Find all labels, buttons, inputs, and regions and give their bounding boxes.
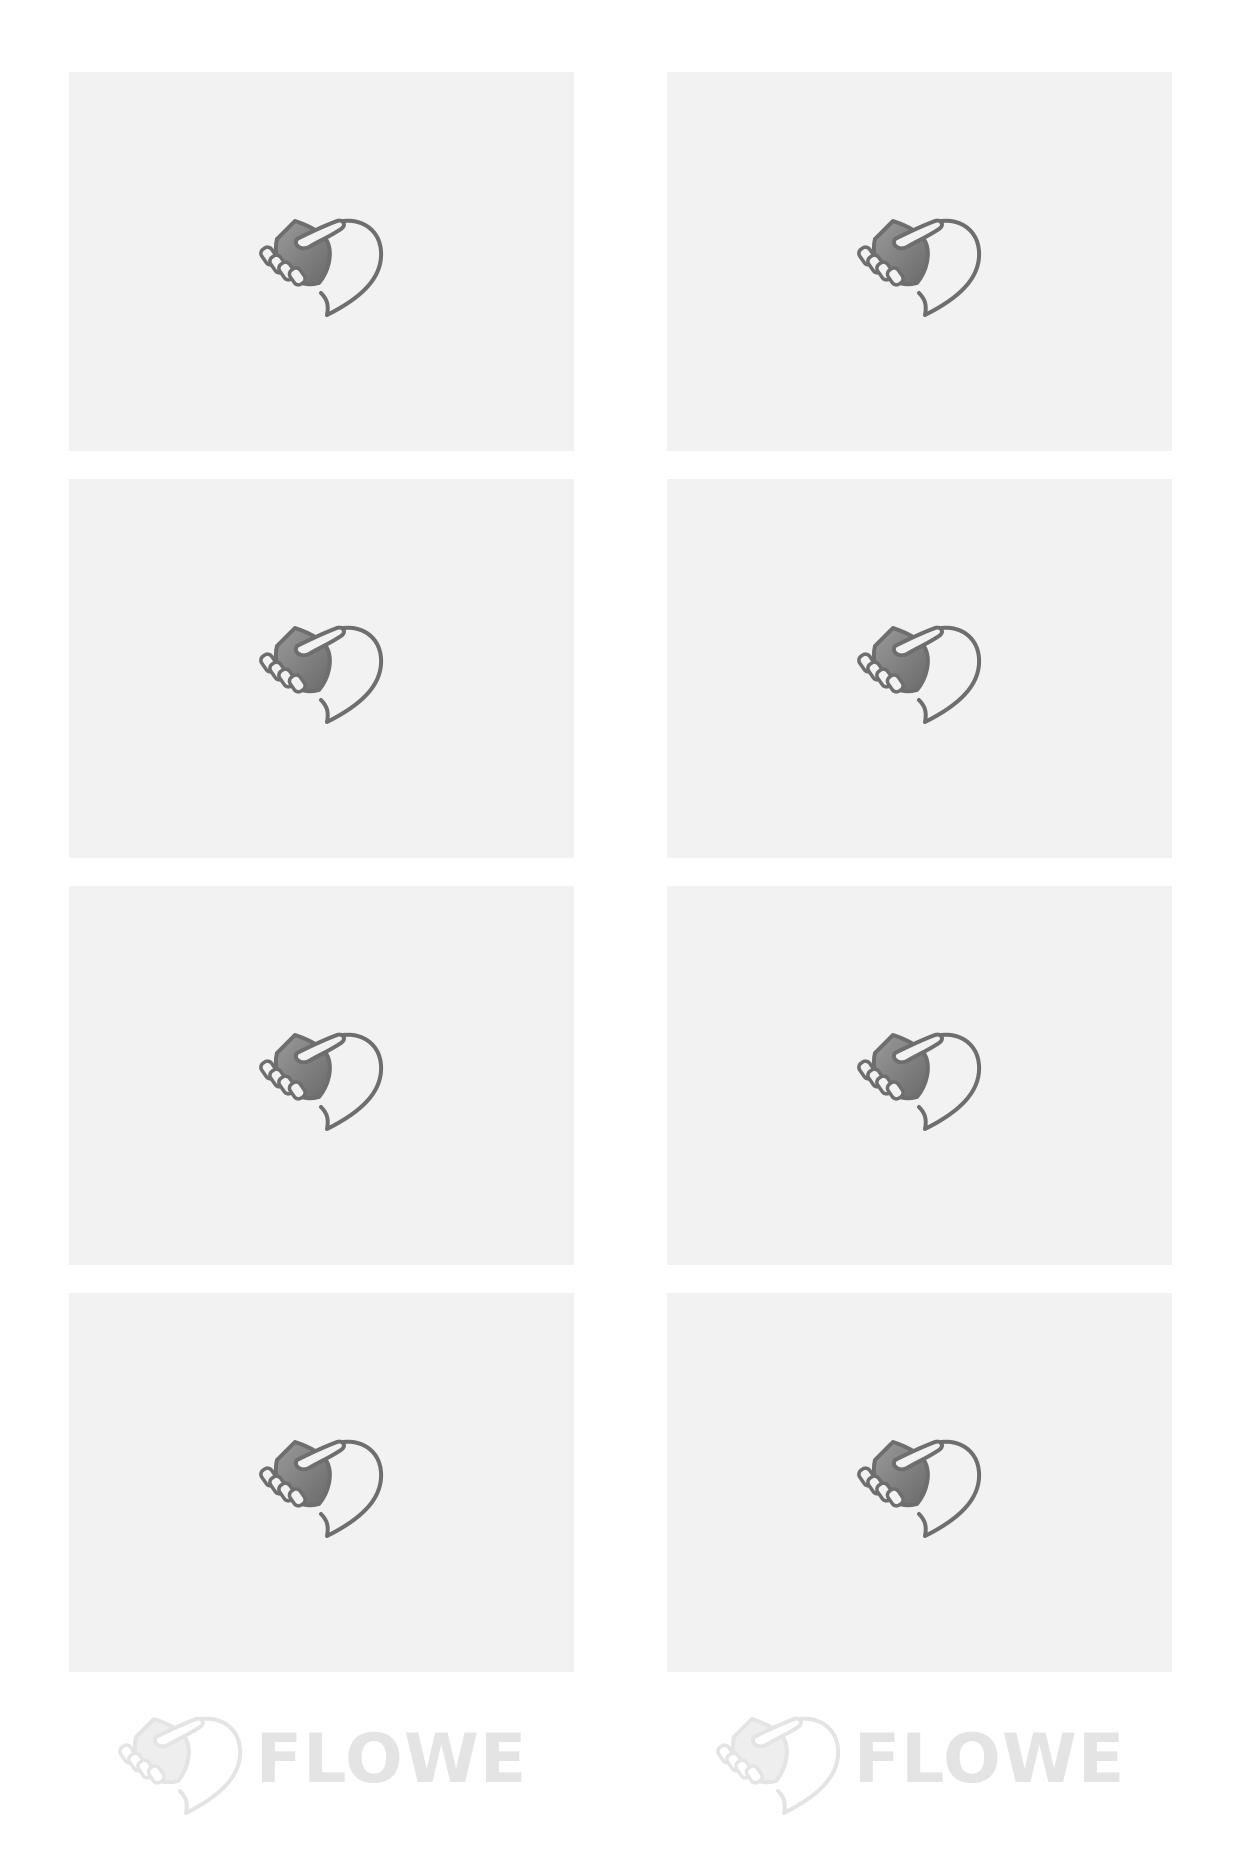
handshake-heart-icon	[855, 1428, 985, 1538]
brand-name: FLOWE	[255, 1720, 528, 1799]
image-placeholder-tile-1[interactable]	[69, 72, 574, 451]
handshake-heart-icon	[855, 1021, 985, 1131]
brand-logo: FLOWE	[667, 1700, 1172, 1820]
image-placeholder-tile-5[interactable]	[69, 886, 574, 1265]
handshake-heart-icon	[855, 614, 985, 724]
image-placeholder-grid	[69, 72, 1172, 1672]
handshake-heart-icon	[257, 1021, 387, 1131]
image-placeholder-tile-2[interactable]	[667, 72, 1172, 451]
handshake-heart-logo-icon	[714, 1705, 844, 1815]
handshake-heart-icon	[257, 207, 387, 317]
image-placeholder-tile-8[interactable]	[667, 1293, 1172, 1672]
brand-name: FLOWE	[853, 1720, 1126, 1799]
handshake-heart-logo-icon	[116, 1705, 246, 1815]
handshake-heart-icon	[855, 207, 985, 317]
brand-footer: FLOWE FLOWE	[69, 1700, 1172, 1820]
brand-logo: FLOWE	[69, 1700, 574, 1820]
image-placeholder-tile-3[interactable]	[69, 479, 574, 858]
image-placeholder-tile-7[interactable]	[69, 1293, 574, 1672]
handshake-heart-icon	[257, 614, 387, 724]
handshake-heart-icon	[257, 1428, 387, 1538]
image-placeholder-tile-6[interactable]	[667, 886, 1172, 1265]
image-placeholder-tile-4[interactable]	[667, 479, 1172, 858]
